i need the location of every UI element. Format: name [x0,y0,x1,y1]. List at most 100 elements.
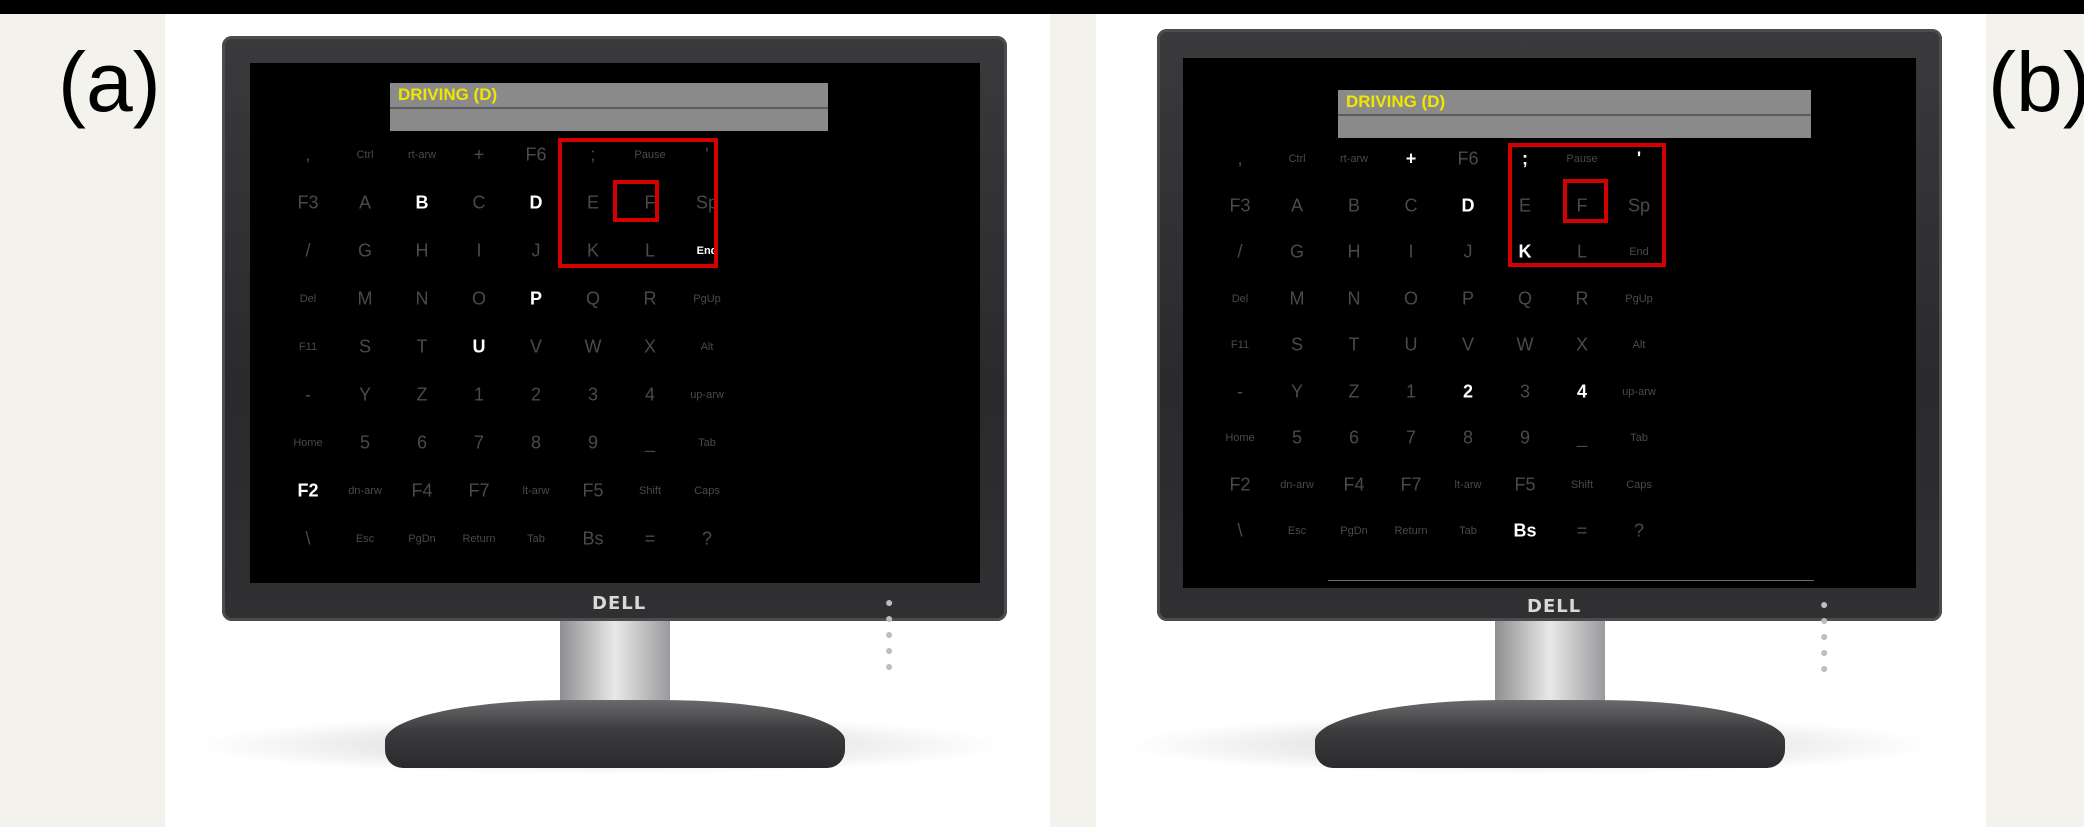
grid-cell: C [1404,195,1418,215]
grid-cell: F6 [1457,148,1479,169]
dell-logo: DELL [592,593,647,614]
grid-cell: 8 [1462,427,1474,448]
grid-cell: Shift [1570,478,1594,491]
power-buttons: ● ● ● ● ● [885,594,901,674]
grid-cell: S [1290,334,1304,355]
grid-cell: rt-arw [1339,153,1369,165]
grid-cell: Return [462,533,496,545]
grid-cell: F2 [297,480,319,501]
grid-cell: PgDn [1340,525,1368,537]
grid-cell: 5 [1291,427,1303,448]
top-border [0,0,2084,14]
grid-cell: ? [701,528,713,549]
grid-cell: D [529,192,543,213]
panel-label-a: (a) [58,35,161,129]
grid-cell: Shift [638,485,662,497]
grid-cell: 7 [1405,427,1417,448]
grid-cell: Ctrl [1288,153,1306,165]
grid-cell: F4 [411,480,433,501]
grid-cell: 7 [473,432,485,453]
grid-cell: Esc [355,533,375,545]
grid-cell: F7 [1400,474,1422,494]
grid-cell: PgDn [408,533,436,545]
grid-cell: Bs [582,528,604,549]
grid-cell: S [358,336,372,357]
grid-cell: F4 [1343,474,1365,494]
grid-cell: B [415,192,429,213]
grid-cell: + [473,144,485,165]
grid-cell: Alt [700,341,714,353]
grid-cell: T [416,336,428,357]
grid-cell: B [1347,195,1361,215]
grid-cell: 4 [1576,381,1588,401]
grid-cell: ? [1633,520,1645,541]
grid-cell: V [529,336,543,357]
grid-cell: P [1461,288,1475,308]
grid-cell: Alt [1632,339,1646,351]
grid-cell: Del [299,293,317,305]
grid-cell: = [1576,520,1588,541]
grid-cell: , [1237,148,1243,169]
grid-cell: 1 [1405,381,1417,401]
grid-cell: A [358,192,372,213]
grid-cell: PgUp [1625,292,1653,305]
grid-cell: I [476,240,482,261]
grid-cell: Tab [1630,432,1648,444]
grid-cell: / [305,240,311,261]
grid-cell: N [415,288,429,309]
highlight-box-target [1563,179,1608,223]
grid-cell: F6 [525,144,547,165]
grid-cell: F5 [1514,474,1536,494]
speller-title-bar: DRIVING (D) [390,83,828,107]
grid-cell: N [1347,288,1361,308]
grid-cell: Caps [694,485,720,497]
grid-cell: D [1461,195,1475,215]
grid-cell: F7 [468,480,490,501]
grid-cell: F5 [582,480,604,501]
grid-cell: I [1408,241,1414,262]
monitor-b-stand [1315,700,1785,768]
grid-cell: Y [1290,381,1304,401]
grid-cell: / [1237,241,1243,262]
grid-cell: Esc [1287,525,1307,537]
grid-cell: V [1461,334,1475,355]
grid-cell: dn-arw [348,485,382,497]
grid-cell: Tab [1459,525,1477,537]
monitor-a-stand [385,700,845,768]
grid-cell: A [1290,195,1304,215]
grid-cell: Z [1348,381,1360,401]
panel-label-b: (b) [1988,35,2084,129]
grid-cell: Y [358,384,372,405]
grid-cell: + [1405,148,1417,169]
grid-cell: Tab [698,437,716,449]
grid-cell: O [471,288,487,309]
grid-cell: \ [305,528,311,549]
grid-cell: Bs [1513,520,1537,541]
grid-cell: Del [1231,292,1249,305]
grid-cell: W [1516,334,1534,355]
grid-cell: dn-arw [1280,478,1314,491]
grid-cell: up-arw [1622,385,1656,398]
grid-cell: Home [1225,432,1255,444]
grid-cell: 3 [1519,381,1531,401]
grid-cell: C [472,192,486,213]
dell-logo: DELL [1527,596,1582,617]
grid-cell: M [357,288,373,309]
grid-cell: 5 [359,432,371,453]
grid-cell: 6 [416,432,428,453]
grid-cell: R [1575,288,1589,308]
grid-cell: J [1463,241,1473,262]
speller-title-bar: DRIVING (D) [1338,90,1811,114]
grid-cell: = [644,528,656,549]
grid-cell: - [305,384,311,405]
grid-cell: W [584,336,602,357]
grid-cell: 3 [587,384,599,405]
grid-cell: rt-arw [407,149,437,161]
speller-title: DRIVING (D) [1346,92,1446,111]
grid-cell: 9 [587,432,599,453]
grid-cell: Q [585,288,601,309]
grid-cell: , [305,144,311,165]
grid-cell: F11 [298,341,318,353]
grid-cell: J [531,240,541,261]
screen-b: DRIVING (D) , Ctrl rt-arw + F6; Pause ' F3 A B C D E… [1183,58,1916,588]
